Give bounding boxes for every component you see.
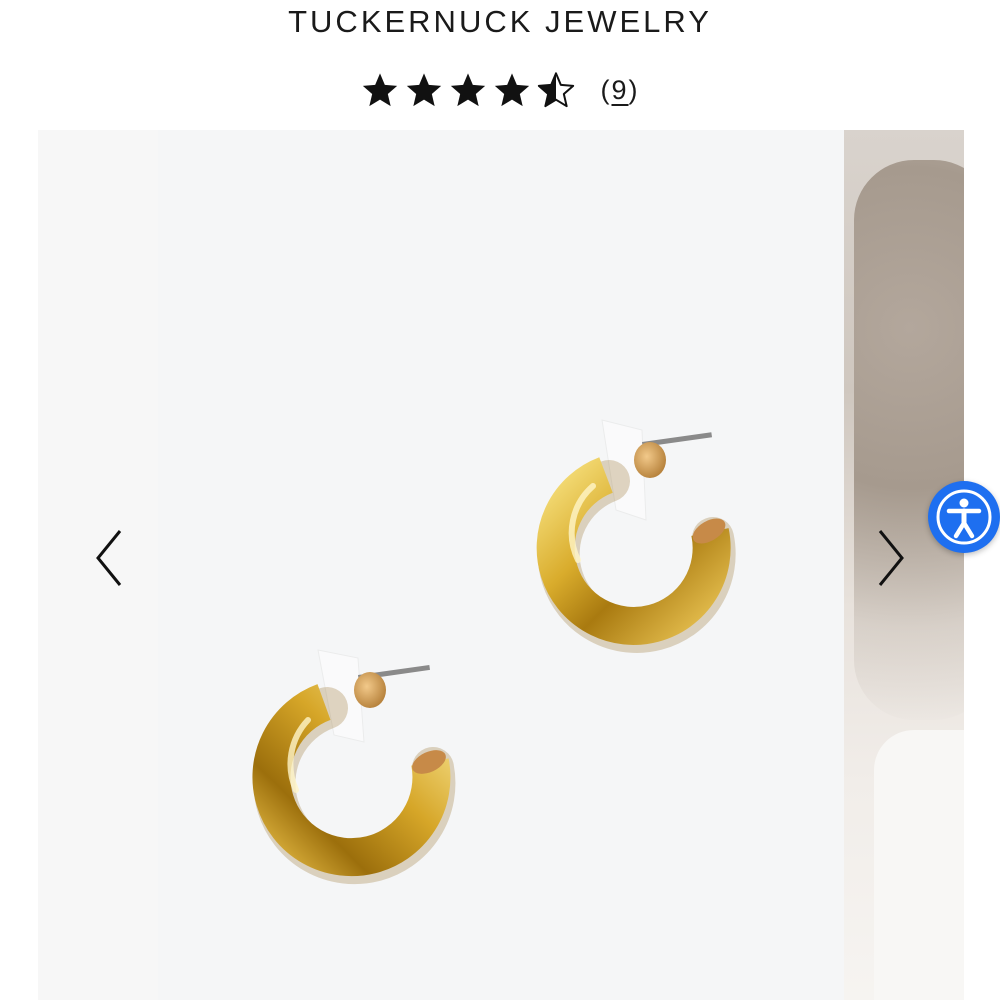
product-image-gallery[interactable] bbox=[0, 130, 1000, 1000]
star-full-icon bbox=[495, 73, 530, 107]
review-count[interactable]: (9) bbox=[600, 75, 639, 106]
earring-lower bbox=[252, 649, 456, 885]
brand-title[interactable]: TUCKERNUCK JEWELRY bbox=[0, 4, 1000, 40]
previous-image-button[interactable] bbox=[90, 523, 130, 593]
chevron-right-icon bbox=[878, 530, 904, 586]
product-rating[interactable]: (9) bbox=[0, 70, 1000, 110]
star-full-icon bbox=[407, 73, 442, 107]
rating-stars bbox=[360, 70, 576, 110]
earring-upper bbox=[536, 419, 736, 653]
model-hair bbox=[854, 160, 964, 720]
star-full-icon bbox=[451, 73, 486, 107]
review-count-close-paren: ) bbox=[628, 74, 640, 105]
accessibility-icon bbox=[936, 489, 992, 545]
next-image-button[interactable] bbox=[870, 523, 910, 593]
star-half-icon bbox=[538, 72, 575, 108]
product-main-image[interactable] bbox=[158, 130, 844, 1000]
model-shirt bbox=[874, 730, 964, 1000]
review-count-number[interactable]: 9 bbox=[611, 75, 628, 105]
review-count-open-paren: ( bbox=[600, 74, 612, 105]
accessibility-button[interactable] bbox=[928, 481, 1000, 553]
star-full-icon bbox=[363, 73, 398, 107]
chevron-left-icon bbox=[96, 530, 122, 586]
gold-hoop-earrings-image bbox=[252, 419, 736, 885]
